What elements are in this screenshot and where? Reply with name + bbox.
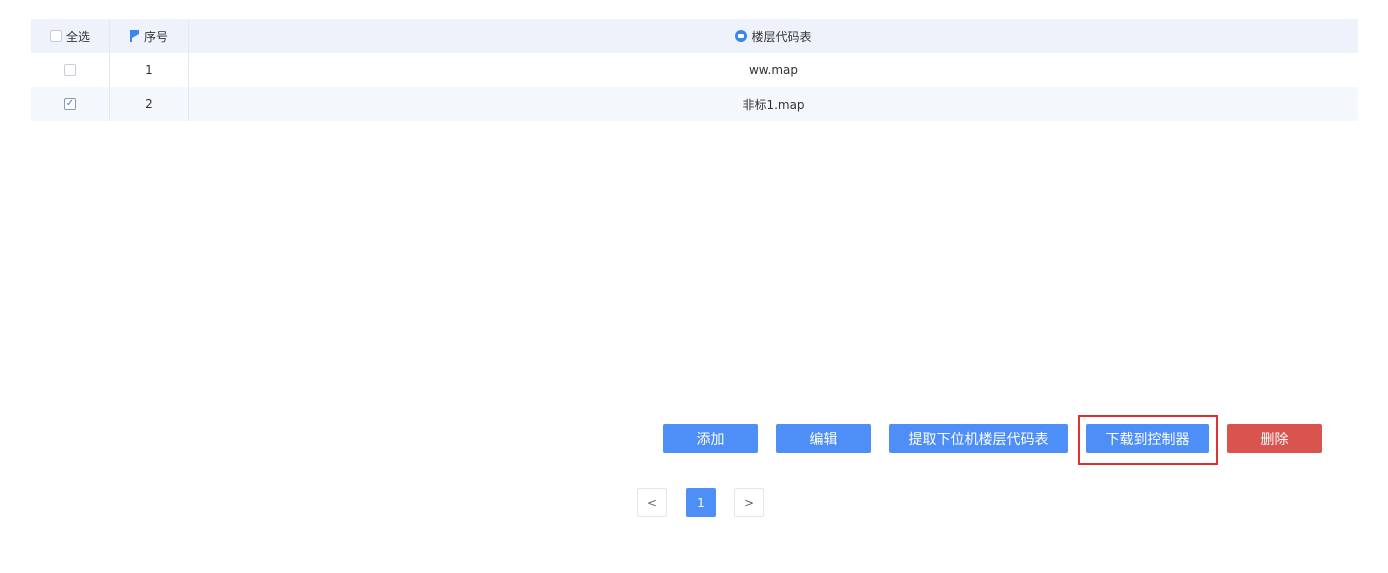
circle-icon bbox=[735, 30, 748, 42]
row-index: 2 bbox=[110, 87, 189, 121]
flag-icon bbox=[129, 30, 140, 42]
pager-prev-button[interactable]: < bbox=[637, 488, 667, 517]
row-name: 非标1.map bbox=[742, 97, 805, 112]
row-name: ww.map bbox=[748, 63, 798, 77]
select-all-cell[interactable]: 全选 bbox=[31, 19, 110, 53]
pager-next-button[interactable]: > bbox=[734, 488, 764, 517]
select-all-checkbox[interactable] bbox=[49, 30, 62, 42]
index-header: 序号 bbox=[110, 19, 189, 53]
table-header-row: 全选 序号 楼层代码表 bbox=[31, 19, 1358, 53]
row-checkbox[interactable]: ✓ bbox=[64, 98, 76, 110]
delete-button[interactable]: 删除 bbox=[1227, 424, 1322, 453]
select-all-label: 全选 bbox=[65, 29, 90, 44]
index-header-label: 序号 bbox=[143, 29, 168, 44]
add-button[interactable]: 添加 bbox=[663, 424, 758, 453]
row-select-cell[interactable] bbox=[31, 53, 110, 87]
table-row[interactable]: ✓ 2 非标1.map bbox=[31, 87, 1358, 121]
row-select-cell[interactable]: ✓ bbox=[31, 87, 110, 121]
name-header: 楼层代码表 bbox=[189, 19, 1358, 53]
download-button-highlight bbox=[1078, 415, 1218, 465]
floor-code-table: 全选 序号 楼层代码表 1 ww.map ✓ 2 非标1.map bbox=[31, 19, 1358, 121]
edit-button[interactable]: 编辑 bbox=[776, 424, 871, 453]
row-checkbox[interactable] bbox=[64, 64, 76, 76]
table-row[interactable]: 1 ww.map bbox=[31, 53, 1358, 87]
fetch-code-table-button[interactable]: 提取下位机楼层代码表 bbox=[889, 424, 1068, 453]
pager-page-1[interactable]: 1 bbox=[686, 488, 716, 517]
name-header-label: 楼层代码表 bbox=[751, 29, 812, 44]
row-index: 1 bbox=[110, 53, 189, 87]
